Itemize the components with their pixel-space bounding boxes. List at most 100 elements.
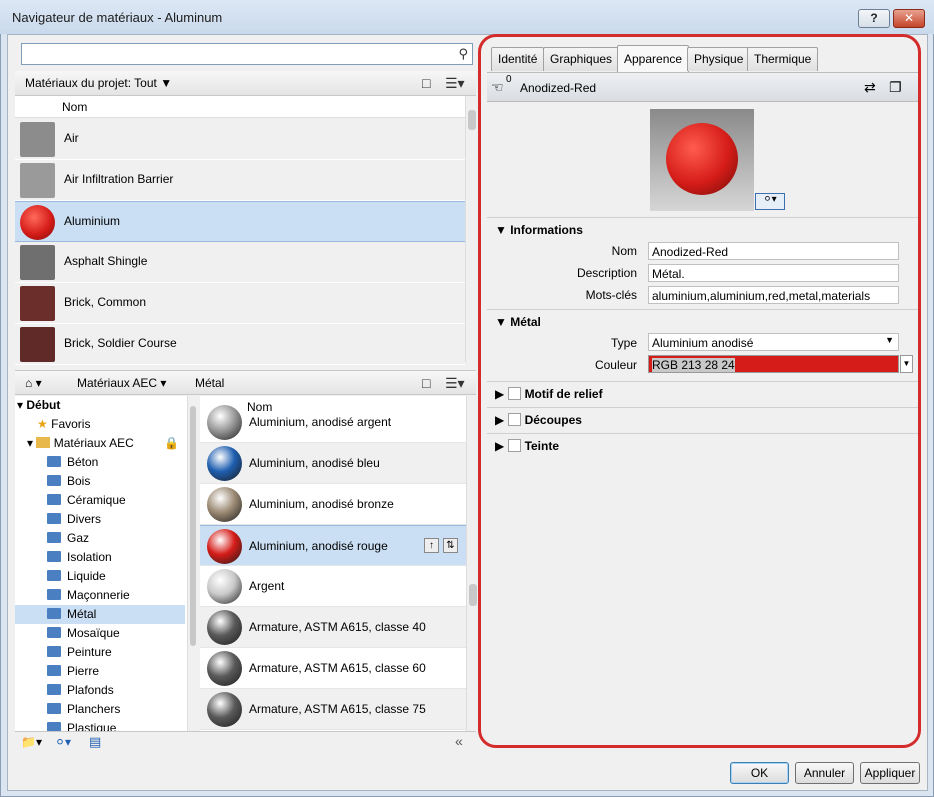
material-thumbnail: [207, 446, 242, 481]
tree-item-category[interactable]: Mosaïque: [15, 624, 185, 643]
section-tint[interactable]: ▶ Teinte: [495, 439, 559, 453]
color-swatch-field[interactable]: RGB 213 28 24: [648, 355, 899, 373]
tree-item-library[interactable]: ▾ Matériaux AEC 🔒: [27, 434, 185, 453]
project-material-row[interactable]: Aluminium: [15, 201, 465, 242]
tree-item-favorites[interactable]: ★ Favoris: [37, 415, 90, 434]
cancel-button[interactable]: Annuler: [795, 762, 854, 784]
tree-root[interactable]: ▾ Début: [17, 396, 60, 415]
scroll-thumb[interactable]: [468, 110, 476, 130]
tree-item-category[interactable]: Divers: [15, 510, 185, 529]
name-label: Nom: [611, 244, 637, 258]
view-toggle-icon[interactable]: □: [422, 75, 430, 91]
material-name: Air: [64, 131, 79, 145]
tab-physique[interactable]: Physique: [687, 47, 751, 71]
breadcrumb-category[interactable]: Métal: [195, 375, 224, 392]
tree-item-category[interactable]: Bois: [15, 472, 185, 491]
category-folder-icon: [47, 570, 61, 581]
create-material-icon[interactable]: ⚪▾: [55, 735, 71, 749]
tree-item-category[interactable]: Gaz: [15, 529, 185, 548]
description-field[interactable]: Métal.: [648, 264, 899, 282]
project-list-scrollbar[interactable]: [465, 96, 477, 362]
replace-asset-icon[interactable]: ⇄: [864, 79, 876, 96]
library-options-icon[interactable]: 📁▾: [21, 735, 42, 749]
library-material-row[interactable]: Armature, ASTM A615, classe 75: [200, 689, 466, 730]
color-options-dropdown[interactable]: ▼: [900, 355, 913, 373]
search-icon[interactable]: ⚲: [458, 46, 468, 62]
keywords-field[interactable]: aluminium,aluminium,red,metal,materials: [648, 286, 899, 304]
material-name: Aluminium, anodisé argent: [249, 415, 392, 429]
list-options-icon[interactable]: ☰▾: [445, 75, 465, 92]
tree-item-category[interactable]: Céramique: [15, 491, 185, 510]
apply-button[interactable]: Appliquer: [860, 762, 920, 784]
asset-name: Anodized-Red: [520, 81, 597, 95]
search-input[interactable]: ⚲: [21, 43, 473, 65]
material-thumbnail: [20, 245, 55, 280]
ok-button[interactable]: OK: [730, 762, 789, 784]
close-button[interactable]: ✕: [893, 9, 925, 28]
material-name: Argent: [249, 579, 285, 593]
tab-thermique[interactable]: Thermique: [747, 47, 819, 71]
project-material-row[interactable]: Brick, Common: [15, 283, 465, 324]
project-material-row[interactable]: Asphalt Shingle: [15, 242, 465, 283]
collapse-library-icon[interactable]: «: [455, 733, 463, 749]
tree-item-category[interactable]: Maçonnerie: [15, 586, 185, 605]
breadcrumb-library[interactable]: Matériaux AEC ▾: [77, 375, 166, 392]
category-folder-icon: [47, 627, 61, 638]
tree-item-category[interactable]: Métal: [15, 605, 185, 624]
tab-apparence[interactable]: Apparence: [617, 45, 690, 72]
column-header-name[interactable]: Nom: [62, 100, 87, 114]
tree-scrollbar[interactable]: [187, 396, 197, 731]
section-relief[interactable]: ▶ Motif de relief: [495, 387, 603, 401]
relief-checkbox[interactable]: [507, 387, 521, 400]
section-metal[interactable]: ▼ Métal: [495, 315, 541, 329]
tree-item-category[interactable]: Béton: [15, 453, 185, 472]
material-thumbnail: [207, 487, 242, 522]
preview-options-dropdown[interactable]: ⚪▾: [755, 193, 785, 210]
material-name: Armature, ASTM A615, classe 40: [249, 620, 426, 634]
tab-identité[interactable]: Identité: [491, 47, 545, 71]
material-thumbnail: [207, 692, 242, 727]
hand-icon: ☜: [491, 79, 504, 95]
cutouts-checkbox[interactable]: [507, 413, 521, 426]
library-material-row[interactable]: Aluminium, anodisé bronze: [200, 484, 466, 525]
tree-scroll-thumb[interactable]: [190, 406, 196, 646]
section-informations[interactable]: ▼ Informations: [495, 223, 583, 237]
material-name: Air Infiltration Barrier: [64, 172, 174, 186]
tree-item-category[interactable]: Isolation: [15, 548, 185, 567]
asset-usage-count: 0: [506, 74, 512, 85]
library-list-options-icon[interactable]: ☰▾: [445, 375, 465, 392]
library-list-scrollbar[interactable]: [466, 396, 478, 731]
library-scroll-thumb[interactable]: [469, 584, 477, 606]
tree-item-category[interactable]: Plastique: [15, 719, 185, 731]
section-cutouts[interactable]: ▶ Découpes: [495, 413, 582, 427]
add-to-project-icon[interactable]: ↑: [424, 538, 439, 553]
tree-item-category[interactable]: Peinture: [15, 643, 185, 662]
library-material-row[interactable]: Armature, ASTM A615, classe 40: [200, 607, 466, 648]
library-material-row[interactable]: Aluminium, anodisé bleu: [200, 443, 466, 484]
library-material-row[interactable]: Aluminium, anodisé rouge ↑ ⇅: [200, 525, 466, 566]
tree-item-category[interactable]: Planchers: [15, 700, 185, 719]
tree-item-category[interactable]: Plafonds: [15, 681, 185, 700]
help-button[interactable]: ?: [858, 9, 890, 28]
description-label: Description: [576, 266, 637, 280]
library-view-toggle-icon[interactable]: □: [422, 375, 430, 391]
home-icon[interactable]: ⌂ ▾: [25, 375, 42, 392]
type-dropdown[interactable]: Aluminium anodisé ▼: [648, 333, 899, 351]
star-icon: ★: [37, 417, 48, 431]
replace-material-icon[interactable]: ⇅: [443, 538, 458, 553]
project-material-row[interactable]: Air: [15, 119, 465, 160]
project-material-row[interactable]: Brick, Soldier Course: [15, 324, 465, 365]
tree-item-category[interactable]: Liquide: [15, 567, 185, 586]
library-material-row[interactable]: Aluminium, anodisé argent: [200, 402, 466, 443]
library-material-row[interactable]: Armature, ASTM A615, classe 60: [200, 648, 466, 689]
tint-checkbox[interactable]: [507, 439, 521, 452]
duplicate-asset-icon[interactable]: ❐: [889, 79, 902, 96]
material-editor-icon[interactable]: ▤: [89, 734, 101, 750]
tree-item-category[interactable]: Pierre: [15, 662, 185, 681]
project-material-row[interactable]: Air Infiltration Barrier: [15, 160, 465, 201]
tab-graphiques[interactable]: Graphiques: [543, 47, 620, 71]
name-field[interactable]: Anodized-Red: [648, 242, 899, 260]
material-editor-panel: Identité Graphiques Apparence Physique Therm…: [478, 34, 921, 748]
project-filter-dropdown[interactable]: Matériaux du projet: Tout ▼: [25, 75, 172, 92]
library-material-row[interactable]: Argent: [200, 566, 466, 607]
